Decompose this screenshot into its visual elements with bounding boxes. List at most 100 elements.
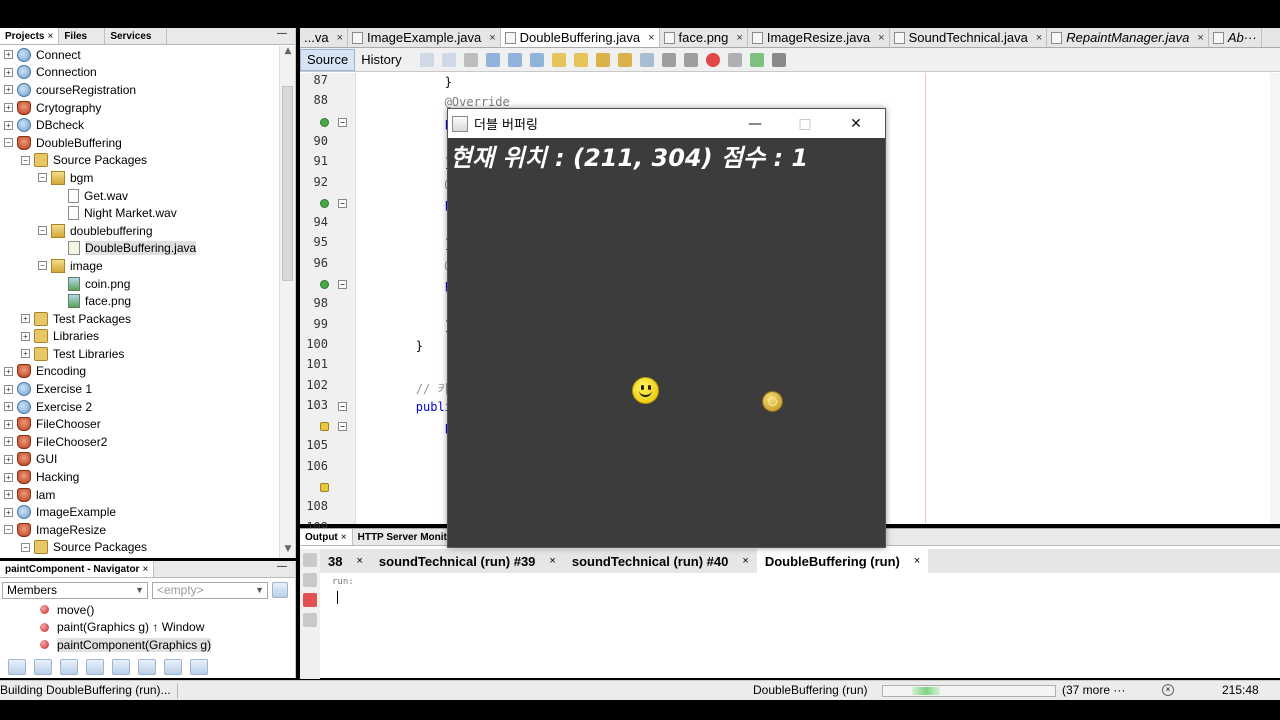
editor-scrollbar[interactable] <box>1270 73 1280 524</box>
rerun-icon[interactable] <box>303 553 317 567</box>
run-tab[interactable]: 38 × <box>320 549 371 573</box>
override-marker-icon[interactable] <box>320 280 329 289</box>
static-filter-icon[interactable] <box>60 659 78 675</box>
expand-icon[interactable]: + <box>4 490 13 500</box>
collapse-icon[interactable]: − <box>38 226 47 236</box>
close-icon[interactable]: × <box>341 532 347 543</box>
member-paint[interactable]: paint(Graphics g) ↑ Window <box>0 619 278 637</box>
more-tasks[interactable]: (37 more ··· <box>1062 683 1125 697</box>
close-icon[interactable]: × <box>914 555 920 567</box>
tree-item[interactable]: + courseRegistration <box>0 81 278 99</box>
fold-toggle-icon[interactable]: − <box>338 198 347 208</box>
sort-by-name-icon[interactable] <box>164 659 182 675</box>
run-tab[interactable]: DoubleBuffering (run) × <box>756 549 929 573</box>
inherited-members-icon[interactable] <box>8 659 26 675</box>
tree-item[interactable]: Night Market.wav <box>0 204 278 222</box>
back-icon[interactable] <box>441 52 456 67</box>
toggle-highlight-icon[interactable] <box>551 52 566 67</box>
local-classes-icon[interactable] <box>112 659 130 675</box>
close-icon[interactable]: × <box>648 32 654 44</box>
tree-item[interactable]: − Source Packages <box>0 539 278 557</box>
override-marker-icon[interactable] <box>320 198 329 208</box>
editor-tab[interactable]: RepaintManager.java × <box>1047 28 1209 47</box>
tree-item[interactable]: + Connect <box>0 46 278 64</box>
fold-toggle-icon[interactable]: − <box>338 422 347 432</box>
expand-icon[interactable]: + <box>4 67 13 77</box>
expand-icon[interactable]: + <box>21 331 30 341</box>
tree-item[interactable]: DoubleBuffering.java <box>0 240 278 258</box>
tree-item[interactable]: + ImageExample <box>0 503 278 521</box>
member-move[interactable]: move() <box>0 601 278 619</box>
tree-item[interactable]: + DBcheck <box>0 116 278 134</box>
rerun-with-params-icon[interactable] <box>303 573 317 587</box>
run-tab[interactable]: soundTechnical (run) #40 × <box>564 549 757 573</box>
close-icon[interactable]: × <box>549 555 555 567</box>
tab-services[interactable]: Services <box>105 28 168 44</box>
tree-item[interactable]: − doublebuffering <box>0 222 278 240</box>
fqn-icon[interactable] <box>138 659 156 675</box>
expand-icon[interactable]: + <box>4 120 13 130</box>
override-marker-icon[interactable] <box>320 117 329 127</box>
close-icon[interactable]: × <box>1197 32 1203 44</box>
tree-item[interactable]: + Hacking <box>0 468 278 486</box>
filter-options-icon[interactable] <box>272 582 288 598</box>
window-titlebar[interactable]: 더블 버퍼링 — □ ✕ <box>448 109 885 138</box>
project-tree-scrollbar[interactable]: ▲ ▼ <box>279 46 295 558</box>
tree-item[interactable]: − DoubleBuffering <box>0 134 278 152</box>
expand-icon[interactable]: + <box>4 384 13 394</box>
settings-icon[interactable] <box>303 613 317 627</box>
close-icon[interactable]: × <box>489 32 495 44</box>
maximize-button[interactable]: □ <box>782 109 828 138</box>
expand-icon[interactable]: + <box>4 507 13 517</box>
collapse-icon[interactable]: − <box>4 138 13 148</box>
tree-item[interactable]: + Exercise 1 <box>0 380 278 398</box>
find-previous-icon[interactable] <box>507 52 522 67</box>
collapse-icon[interactable]: − <box>4 525 13 535</box>
tab-projects[interactable]: Projects × <box>0 28 60 44</box>
stop-macro-icon[interactable] <box>727 52 742 67</box>
tree-item[interactable]: Get.wav <box>0 187 278 205</box>
tree-item[interactable]: − image <box>0 257 278 275</box>
scroll-up-icon[interactable]: ▲ <box>280 46 296 60</box>
hint-bulb-icon[interactable] <box>320 422 329 432</box>
collapse-icon[interactable]: − <box>21 155 30 165</box>
tree-item[interactable]: − ImageResize <box>0 521 278 539</box>
collapse-icon[interactable]: − <box>38 261 47 271</box>
close-icon[interactable]: × <box>337 32 343 44</box>
tree-item[interactable]: + lam <box>0 486 278 504</box>
fold-toggle-icon[interactable]: − <box>338 401 347 411</box>
next-bookmark-icon[interactable] <box>617 52 632 67</box>
source-button[interactable]: Source <box>300 48 356 71</box>
close-icon[interactable]: × <box>356 555 362 567</box>
minimize-icon[interactable]: — <box>269 561 295 577</box>
tab-navigator[interactable]: paintComponent - Navigator × <box>0 561 155 577</box>
nonpublic-filter-icon[interactable] <box>86 659 104 675</box>
tree-item[interactable]: + Encoding <box>0 363 278 381</box>
toggle-rect-select-icon[interactable] <box>573 52 588 67</box>
editor-tab[interactable]: DoubleBuffering.java × <box>500 28 660 47</box>
uncomment-icon[interactable] <box>771 52 786 67</box>
members-select[interactable]: Members ▼ <box>2 581 148 599</box>
expand-icon[interactable]: + <box>4 472 13 482</box>
minimize-icon[interactable]: — <box>269 28 295 44</box>
editor-tab[interactable]: ImageResize.java × <box>748 28 890 47</box>
close-icon[interactable]: × <box>142 564 148 575</box>
expand-icon[interactable]: + <box>21 349 30 359</box>
tree-item[interactable]: + Test Libraries <box>0 345 278 363</box>
close-icon[interactable]: × <box>1036 32 1042 44</box>
collapse-icon[interactable]: − <box>21 542 30 552</box>
hint-bulb-icon[interactable] <box>320 483 329 492</box>
tab-files[interactable]: Files <box>59 28 106 44</box>
expand-icon[interactable]: + <box>21 314 30 324</box>
editor-tab[interactable]: ...va × <box>300 28 349 47</box>
scroll-down-icon[interactable]: ▼ <box>280 544 296 558</box>
expand-icon[interactable]: + <box>4 454 13 464</box>
tree-item[interactable]: + Exercise 2 <box>0 398 278 416</box>
tree-item[interactable]: face.png <box>0 292 278 310</box>
close-icon[interactable]: × <box>736 32 742 44</box>
tree-item[interactable]: + Test Packages <box>0 310 278 328</box>
close-button[interactable]: ✕ <box>833 109 879 138</box>
tree-item[interactable]: + Libraries <box>0 328 278 346</box>
forward-icon[interactable] <box>463 52 478 67</box>
close-icon[interactable]: × <box>47 31 53 42</box>
